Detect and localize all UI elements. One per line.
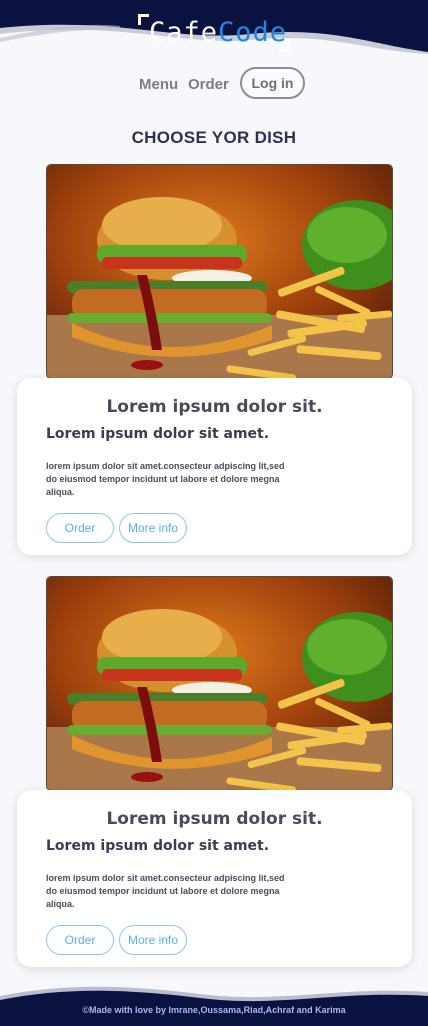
footer-wave <box>0 978 428 1026</box>
brand-name-part2: Code <box>218 17 288 48</box>
dish-card: Lorem ipsum dolor sit. Lorem ipsum dolor… <box>17 790 412 967</box>
logo-bracket <box>138 14 149 25</box>
dish-card: Lorem ipsum dolor sit. Lorem ipsum dolor… <box>17 378 412 555</box>
logo-bracket <box>279 41 290 52</box>
page-title: CHOOSE YOR DISH <box>131 128 297 147</box>
more-info-button[interactable]: More info <box>119 925 187 955</box>
nav-menu-link[interactable]: Menu <box>139 76 178 93</box>
footer-credit: ©Made with love by Imrane,Oussama,Riad,A… <box>82 1005 346 1015</box>
login-button[interactable]: Log in <box>240 67 305 99</box>
brand-name-part1: Cafe <box>149 17 219 48</box>
card-subtitle: Lorem ipsum dolor sit amet. <box>46 838 270 854</box>
dish-image <box>46 576 393 791</box>
card-title: Lorem ipsum dolor sit. <box>106 809 323 829</box>
dish-image <box>46 164 393 379</box>
more-info-button[interactable]: More info <box>119 513 187 543</box>
burger-fries-image <box>47 165 392 378</box>
header-banner: CafeCode <box>0 0 428 62</box>
nav-order-link[interactable]: Order <box>188 76 229 93</box>
card-description: lorem ipsum dolor sit amet.consecteur ad… <box>46 461 285 497</box>
order-button[interactable]: Order <box>46 925 114 955</box>
card-title: Lorem ipsum dolor sit. <box>106 397 323 417</box>
brand-logo[interactable]: CafeCode <box>138 14 290 52</box>
card-description: lorem ipsum dolor sit amet.consecteur ad… <box>46 873 285 909</box>
order-button[interactable]: Order <box>46 513 114 543</box>
card-subtitle: Lorem ipsum dolor sit amet. <box>46 426 270 442</box>
burger-fries-image <box>47 577 392 790</box>
